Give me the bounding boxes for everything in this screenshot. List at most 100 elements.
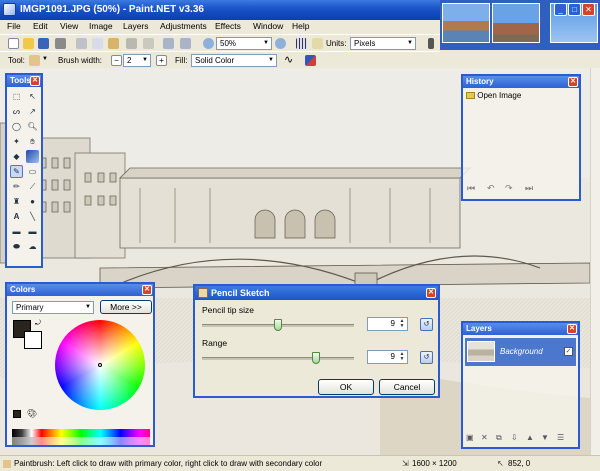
vertical-scrollbar[interactable]	[590, 68, 600, 455]
line-icon[interactable]: ╲	[26, 210, 39, 223]
new-icon[interactable]	[8, 38, 19, 49]
plus-icon[interactable]: +	[156, 55, 167, 66]
zoom-out-icon[interactable]	[203, 38, 214, 49]
rounded-rectangle-icon[interactable]: ▬	[26, 225, 39, 238]
lasso-icon[interactable]: ᔕ	[10, 105, 23, 118]
palette-menu-icon[interactable]: 🎨︎	[27, 409, 37, 418]
spin-arrows-icon[interactable]: ▲ ▼	[398, 352, 406, 362]
antialiasing-icon[interactable]: ∿	[284, 55, 295, 66]
rulers-icon[interactable]	[312, 38, 323, 49]
small-swatch-icon[interactable]	[13, 410, 21, 418]
more-colors-button[interactable]: More >>	[100, 300, 152, 314]
fast-forward-icon[interactable]: ⏭	[525, 183, 533, 194]
redo-icon[interactable]	[180, 38, 191, 49]
zoom-icon[interactable]: 🔍︎	[26, 120, 39, 133]
duplicate-layer-icon[interactable]: ⧉	[496, 433, 502, 443]
pencil-icon[interactable]: ✏	[10, 180, 23, 193]
color-picker-icon[interactable]: ⟋	[26, 180, 39, 193]
tool-chevron-icon[interactable]: ▼	[42, 56, 48, 62]
menu-help[interactable]: Help	[292, 21, 309, 31]
image-thumbnail-1[interactable]	[442, 3, 490, 43]
palette-strip[interactable]	[12, 429, 150, 445]
move-down-icon[interactable]: ▼	[541, 433, 549, 442]
secondary-color-swatch[interactable]	[24, 331, 42, 349]
menu-file[interactable]: File	[7, 21, 21, 31]
maximize-button[interactable]: □	[568, 3, 581, 16]
tip-size-spin[interactable]: 9 ▲ ▼	[367, 317, 408, 331]
ok-button[interactable]: OK	[318, 379, 374, 395]
paste-icon[interactable]	[108, 38, 119, 49]
rewind-icon[interactable]: ⏮	[467, 183, 475, 194]
grid-icon[interactable]	[296, 38, 307, 49]
menu-view[interactable]: View	[60, 21, 78, 31]
redo-icon[interactable]: ↷	[505, 183, 513, 194]
add-layer-icon[interactable]: ▣	[466, 433, 474, 442]
gradient-icon[interactable]	[26, 150, 39, 163]
layer-properties-icon[interactable]: ☰	[557, 433, 564, 442]
print-icon[interactable]	[55, 38, 66, 49]
open-icon[interactable]	[23, 38, 34, 49]
rectangle-select-icon[interactable]: ⬚	[10, 90, 23, 103]
merge-layer-icon[interactable]: ⇩	[511, 433, 518, 442]
rectangle-icon[interactable]: ▬	[10, 225, 23, 238]
brush-width-combo[interactable]: 2 ▼	[123, 54, 151, 67]
delete-layer-icon[interactable]: ✕	[481, 433, 488, 442]
close-button[interactable]: ✕	[582, 3, 595, 16]
image-thumbnail-2[interactable]	[492, 3, 540, 43]
close-icon[interactable]: ✕	[567, 324, 577, 334]
undo-icon[interactable]: ↶	[487, 183, 495, 194]
fill-combo[interactable]: Solid Color ▼	[191, 54, 277, 67]
range-slider-thumb[interactable]	[312, 352, 320, 364]
swap-colors-icon[interactable]: ⤾	[35, 320, 41, 328]
close-icon[interactable]: ✕	[30, 76, 40, 86]
menu-window[interactable]: Window	[253, 21, 283, 31]
zoom-in-icon[interactable]	[275, 38, 286, 49]
menu-edit[interactable]: Edit	[33, 21, 48, 31]
text-icon[interactable]: A	[10, 210, 23, 223]
menu-effects[interactable]: Effects	[215, 21, 241, 31]
close-icon[interactable]: ✕	[426, 288, 436, 298]
spin-arrows-icon[interactable]: ▲ ▼	[398, 319, 406, 329]
range-spin[interactable]: 9 ▲ ▼	[367, 350, 408, 364]
reset-tip-size-icon[interactable]: ↺	[420, 318, 433, 331]
menu-image[interactable]: Image	[89, 21, 113, 31]
menu-adjustments[interactable]: Adjustments	[160, 21, 207, 31]
zoom-combo[interactable]: 50% ▼	[216, 37, 272, 50]
units-combo[interactable]: Pixels ▼	[350, 37, 416, 50]
eraser-icon[interactable]: ▭	[26, 165, 39, 178]
blend-mode-icon[interactable]	[305, 55, 316, 66]
ellipse-icon[interactable]: ⬬	[10, 240, 23, 253]
reset-range-icon[interactable]: ↺	[420, 351, 433, 364]
minus-icon[interactable]: −	[111, 55, 122, 66]
crop-icon[interactable]	[126, 38, 137, 49]
close-icon[interactable]: ✕	[142, 285, 152, 295]
range-track[interactable]	[202, 357, 354, 360]
recolor-icon[interactable]: ●	[26, 195, 39, 208]
color-wheel[interactable]	[55, 320, 145, 410]
paintbrush-tool-icon[interactable]: ✎	[10, 165, 23, 178]
tip-size-slider-thumb[interactable]	[274, 319, 282, 331]
history-item[interactable]: Open Image	[466, 91, 521, 100]
deselect-icon[interactable]	[143, 38, 154, 49]
copy-icon[interactable]	[92, 38, 103, 49]
close-icon[interactable]: ✕	[568, 77, 578, 87]
save-icon[interactable]	[38, 38, 49, 49]
layer-row[interactable]: Background ✓	[465, 338, 576, 366]
paintbrush-icon[interactable]	[29, 55, 40, 66]
freeform-shape-icon[interactable]: ☁	[26, 240, 39, 253]
pin-icon[interactable]	[428, 38, 434, 49]
paint-bucket-icon[interactable]: ◆	[10, 150, 23, 163]
undo-icon[interactable]	[163, 38, 174, 49]
menu-layers[interactable]: Layers	[123, 21, 149, 31]
cut-icon[interactable]	[76, 38, 87, 49]
move-icon[interactable]: ↗	[26, 105, 39, 118]
layer-visibility-checkbox[interactable]: ✓	[564, 347, 573, 356]
cancel-button[interactable]: Cancel	[379, 379, 435, 395]
move-selection-icon[interactable]: ↖	[26, 90, 39, 103]
minimize-button[interactable]: _	[554, 3, 567, 16]
color-mode-combo[interactable]: Primary ▼	[12, 301, 94, 314]
magic-wand-icon[interactable]: ✦	[10, 135, 23, 148]
clone-stamp-icon[interactable]: ♜	[10, 195, 23, 208]
pan-icon[interactable]: ✋︎	[26, 135, 39, 148]
move-up-icon[interactable]: ▲	[526, 433, 534, 442]
